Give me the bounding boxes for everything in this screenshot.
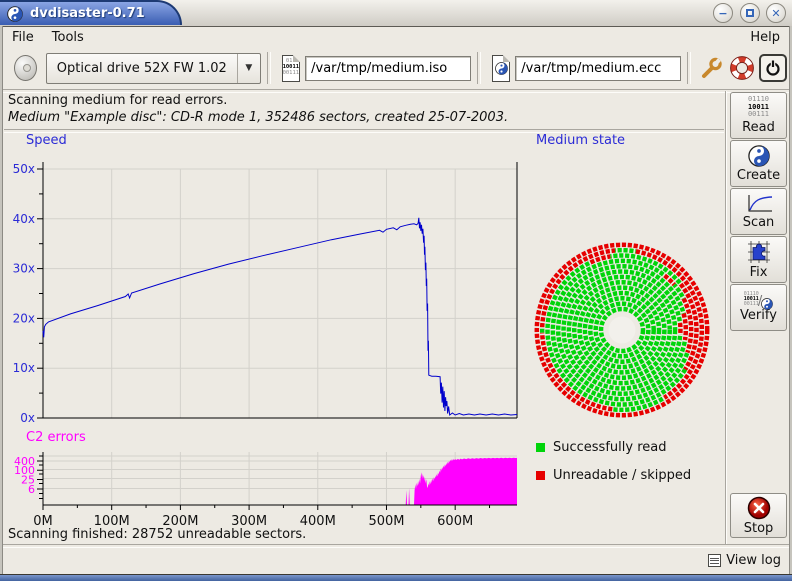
verify-icon: 01110 10011 00111 /: [744, 292, 773, 308]
legend-bad-label: Unreadable / skipped: [553, 468, 691, 483]
c2-errors-chart: 4001002560M100M200M300M400M500M600M: [8, 446, 530, 534]
view-log-button[interactable]: View log: [704, 551, 789, 570]
legend-green-swatch: [536, 443, 545, 452]
help-button[interactable]: [729, 53, 755, 83]
window-border-bottom: [0, 574, 792, 581]
icon-text: 00111: [744, 302, 759, 307]
maximize-icon: [746, 9, 754, 17]
wrench-icon: [699, 55, 725, 81]
titlebar-tab: dvdisaster-0.71: [0, 0, 182, 25]
close-button[interactable]: ✕: [766, 3, 786, 23]
legend-ok-label: Successfully read: [553, 440, 666, 455]
image-file-input[interactable]: [305, 56, 471, 81]
image-file-icon: 011 10011 00111: [282, 55, 301, 82]
window-border-left: [0, 26, 3, 575]
verify-button-label: Verify: [740, 308, 777, 323]
minimize-icon: −: [718, 7, 727, 20]
sidebar-divider: [725, 91, 727, 545]
svg-text:10x: 10x: [13, 361, 35, 375]
svg-text:50x: 50x: [13, 162, 35, 176]
power-icon: [763, 58, 783, 78]
create-button[interactable]: Create: [730, 140, 787, 187]
titlebar[interactable]: dvdisaster-0.71 − ✕: [0, 0, 792, 27]
application-window: dvdisaster-0.71 − ✕ File Tools Help Opti…: [0, 0, 792, 581]
ecc-file-icon: [492, 55, 510, 82]
menu-help[interactable]: Help: [741, 28, 789, 47]
drive-selector-value: Optical drive 52X FW 1.02: [47, 61, 237, 76]
yinyang-icon: [495, 62, 508, 75]
toolbar: Optical drive 52X FW 1.02 ▼ 011 10011 00…: [3, 48, 789, 88]
svg-text:30x: 30x: [13, 262, 35, 276]
yinyang-icon: [748, 145, 770, 167]
medium-state-legend: Successfully read Unreadable / skipped: [536, 440, 691, 496]
toolbar-separator: [267, 52, 271, 84]
svg-text:20x: 20x: [13, 311, 35, 325]
svg-text:40x: 40x: [13, 212, 35, 226]
stop-icon: [747, 496, 771, 520]
view-log-label: View log: [726, 553, 781, 568]
scan-button-label: Scan: [743, 215, 775, 230]
scan-curve-icon: [745, 194, 773, 214]
maximize-button[interactable]: [740, 3, 760, 23]
chevron-down-icon: ▼: [237, 54, 260, 83]
close-icon: ✕: [771, 7, 780, 20]
scan-button[interactable]: Scan: [730, 188, 787, 235]
medium-state-title: Medium state: [536, 133, 625, 148]
medium-state-disc: [533, 241, 711, 419]
binary-icon: 01110 10011 00111: [748, 96, 769, 118]
legend-red-swatch: [536, 471, 545, 480]
read-button-label: Read: [742, 120, 775, 135]
stop-button-label: Stop: [744, 521, 774, 536]
fix-button-label: Fix: [750, 265, 768, 280]
drive-icon: [14, 55, 37, 81]
minimize-button[interactable]: −: [713, 3, 733, 23]
icon-text: 00111: [748, 111, 769, 118]
toolbar-separator: [477, 52, 481, 84]
menu-tools[interactable]: Tools: [43, 28, 93, 47]
read-button[interactable]: 01110 10011 00111 Read: [730, 92, 787, 139]
log-icon: [708, 554, 721, 567]
lifebuoy-icon: [729, 55, 755, 81]
status-line-2: Medium "Example disc": CD-R mode 1, 3524…: [8, 110, 508, 125]
svg-text:0x: 0x: [20, 411, 35, 425]
ecc-file-input[interactable]: [515, 56, 681, 81]
fix-button[interactable]: Fix: [730, 236, 787, 283]
scan-result-status: Scanning finished: 28752 unreadable sect…: [8, 527, 306, 542]
preferences-button[interactable]: [699, 53, 725, 83]
create-button-label: Create: [737, 168, 780, 183]
toolbar-separator: [687, 52, 691, 84]
quit-button[interactable]: [759, 53, 787, 83]
verify-button[interactable]: 01110 10011 00111 / Verify: [730, 284, 787, 331]
drive-selector[interactable]: Optical drive 52X FW 1.02 ▼: [46, 53, 261, 84]
status-line-1: Scanning medium for read errors.: [8, 93, 227, 108]
icon-text: 00111: [283, 71, 300, 77]
puzzle-piece-icon: [747, 240, 771, 264]
svg-text:600M: 600M: [437, 514, 473, 529]
svg-text:500M: 500M: [368, 514, 404, 529]
svg-text:6: 6: [28, 483, 35, 496]
footer: View log: [3, 546, 789, 575]
yinyang-icon: [761, 298, 773, 310]
menubar: File Tools Help: [3, 27, 789, 47]
stop-button[interactable]: Stop: [730, 493, 787, 538]
menu-file[interactable]: File: [3, 28, 43, 47]
app-yinyang-icon: [7, 6, 23, 22]
speed-chart: 0x 10x 20x 30x 40x 50x: [8, 136, 530, 436]
window-title: dvdisaster-0.71: [30, 6, 145, 21]
